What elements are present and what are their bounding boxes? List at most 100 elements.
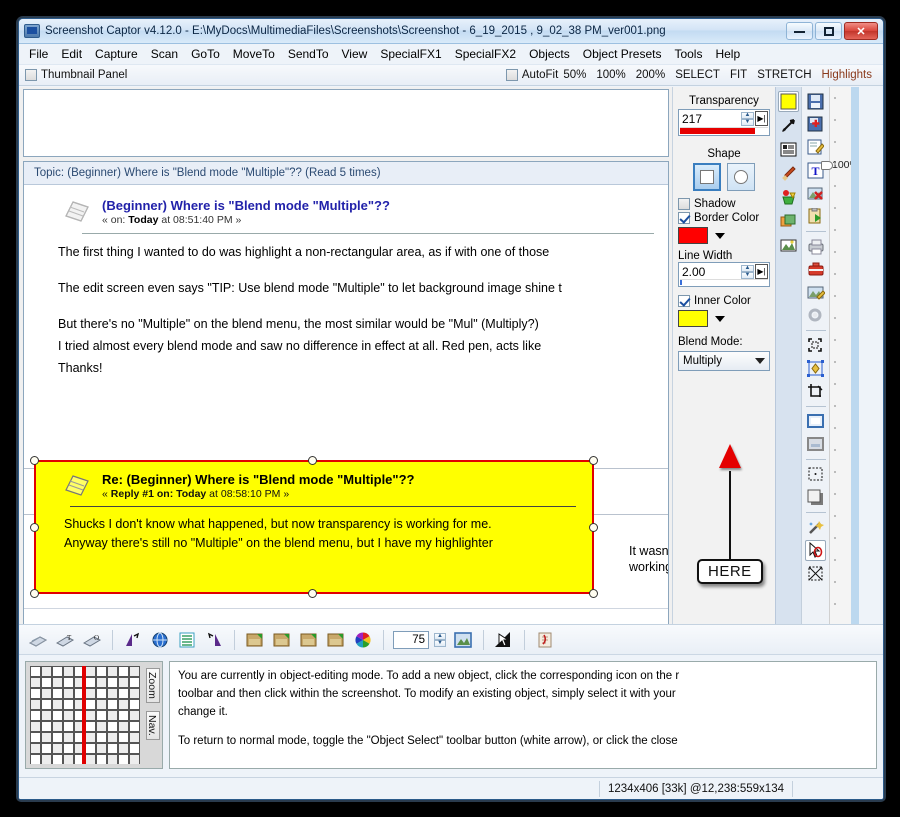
menu-item-edit[interactable]: Edit <box>55 45 88 63</box>
spinner-up-icon[interactable]: ▲ <box>741 111 754 119</box>
line-width-value[interactable]: 2.00 <box>680 265 741 279</box>
menu-item-capture[interactable]: Capture <box>89 45 144 63</box>
brush-icon[interactable] <box>778 163 799 184</box>
list-icon[interactable] <box>176 629 198 651</box>
close-button[interactable]: ✕ <box>844 22 878 40</box>
printer-icon[interactable] <box>805 236 826 257</box>
menu-item-specialfx1[interactable]: SpecialFX1 <box>374 45 447 63</box>
inner-color-checkbox[interactable] <box>678 295 690 307</box>
menu-item-objects[interactable]: Objects <box>523 45 576 63</box>
image-edit-icon[interactable] <box>805 282 826 303</box>
resize-handle-e[interactable] <box>589 523 598 532</box>
clipboard-export-icon[interactable] <box>805 206 826 227</box>
spinner-up-icon[interactable]: ▲ <box>741 264 754 272</box>
paint-bucket-icon[interactable] <box>778 187 799 208</box>
minimize-button[interactable] <box>786 22 813 40</box>
resize-handle-s[interactable] <box>308 589 317 598</box>
image-effect-3-icon[interactable] <box>298 629 320 651</box>
line-width-slider[interactable] <box>680 279 768 285</box>
resize-handle-w[interactable] <box>30 523 39 532</box>
transparency-slider[interactable] <box>680 127 768 134</box>
image-object-icon[interactable] <box>778 235 799 256</box>
layers-icon[interactable] <box>778 211 799 232</box>
chevron-down-icon[interactable] <box>715 315 725 322</box>
spinner-up-icon[interactable]: ▲ <box>434 632 446 640</box>
resize-handle-se[interactable] <box>589 589 598 598</box>
transparency-control[interactable]: 217 ▲ ▼ ▶| <box>678 109 770 136</box>
fill-color-swatch-icon[interactable] <box>778 91 799 112</box>
border-icon[interactable] <box>805 411 826 432</box>
caption-icon[interactable] <box>805 434 826 455</box>
menu-item-help[interactable]: Help <box>709 45 746 63</box>
inner-color-picker[interactable] <box>678 310 770 327</box>
navigator-thumbnail[interactable] <box>30 666 140 764</box>
quality-value[interactable]: 75 <box>393 630 429 649</box>
edit-pencil-icon[interactable] <box>805 137 826 158</box>
navigator-panel[interactable]: Zoom Nav. <box>25 661 163 769</box>
menu-item-tools[interactable]: Tools <box>668 45 708 63</box>
transform-object-icon[interactable] <box>805 358 826 379</box>
transparency-spinner[interactable]: ▲ ▼ <box>741 111 754 126</box>
save-add-icon[interactable] <box>805 114 826 135</box>
save-icon[interactable] <box>805 91 826 112</box>
toolbox-icon[interactable] <box>805 259 826 280</box>
line-width-spinner[interactable]: ▲ ▼ <box>741 264 754 279</box>
menu-item-file[interactable]: File <box>23 45 54 63</box>
blend-mode-select[interactable]: Multiply <box>678 351 770 371</box>
color-wheel-icon[interactable] <box>352 629 374 651</box>
inner-color-row[interactable]: Inner Color <box>678 295 770 307</box>
border-color-picker[interactable] <box>678 227 770 244</box>
autofit-checkbox[interactable] <box>505 69 518 81</box>
menu-item-object-presets[interactable]: Object Presets <box>577 45 668 63</box>
shadow-row[interactable]: Shadow <box>678 198 770 210</box>
zoom-50-button[interactable]: 50% <box>558 69 591 81</box>
zoom-200-button[interactable]: 200% <box>631 69 670 81</box>
spinner-down-icon[interactable]: ▼ <box>741 271 754 279</box>
scanner-text-icon[interactable]: T <box>54 629 76 651</box>
border-color-checkbox[interactable] <box>678 212 690 224</box>
magic-wand-icon[interactable] <box>805 517 826 538</box>
flip-vertical-icon[interactable] <box>122 629 144 651</box>
spinner-down-icon[interactable]: ▼ <box>434 639 446 647</box>
settings-gear-icon[interactable] <box>805 305 826 326</box>
highlight-object[interactable]: Re: (Beginner) Where is "Blend mode "Mul… <box>30 456 598 598</box>
image-effect-4-icon[interactable] <box>325 629 347 651</box>
resize-handle-nw[interactable] <box>30 456 39 465</box>
chevron-down-icon[interactable] <box>755 358 765 364</box>
text-block-icon[interactable] <box>778 139 799 160</box>
select-bounds-icon[interactable] <box>805 335 826 356</box>
dotted-select-icon[interactable] <box>805 464 826 485</box>
shadow-box-icon[interactable] <box>805 487 826 508</box>
border-color-swatch[interactable] <box>678 227 708 244</box>
zoom-100-button[interactable]: 100% <box>591 69 630 81</box>
thumbnail-panel-checkbox[interactable] <box>25 69 37 81</box>
chevron-down-icon[interactable] <box>715 232 725 239</box>
stretch-mode-button[interactable]: STRETCH <box>752 69 816 81</box>
image-delete-icon[interactable] <box>805 183 826 204</box>
shape-rectangle-button[interactable] <box>693 163 721 191</box>
spinner-down-icon[interactable]: ▼ <box>741 118 754 126</box>
thumbnail-strip[interactable] <box>23 89 669 157</box>
highlights-button[interactable]: Highlights <box>817 69 878 81</box>
image-effect-1-icon[interactable] <box>244 629 266 651</box>
pdf-icon[interactable] <box>534 629 556 651</box>
tab-nav[interactable]: Nav. <box>146 710 160 740</box>
fit-mode-button[interactable]: FIT <box>725 69 752 81</box>
menu-item-goto[interactable]: GoTo <box>185 45 226 63</box>
maximize-button[interactable] <box>815 22 842 40</box>
line-width-apply-icon[interactable]: ▶| <box>755 264 768 279</box>
transparency-apply-icon[interactable]: ▶| <box>755 111 768 126</box>
tab-zoom[interactable]: Zoom <box>146 668 160 703</box>
flip-horizontal-icon[interactable] <box>203 629 225 651</box>
scanner-icon[interactable] <box>27 629 49 651</box>
resize-handle-sw[interactable] <box>30 589 39 598</box>
image-effect-2-icon[interactable] <box>271 629 293 651</box>
menu-item-sendto[interactable]: SendTo <box>282 45 335 63</box>
select-mode-button[interactable]: SELECT <box>670 69 725 81</box>
object-select-icon[interactable] <box>805 540 826 561</box>
shadow-checkbox[interactable] <box>678 198 690 210</box>
shape-ellipse-button[interactable] <box>727 163 755 191</box>
inner-color-swatch[interactable] <box>678 310 708 327</box>
crop-icon[interactable] <box>805 381 826 402</box>
menu-item-moveto[interactable]: MoveTo <box>227 45 281 63</box>
